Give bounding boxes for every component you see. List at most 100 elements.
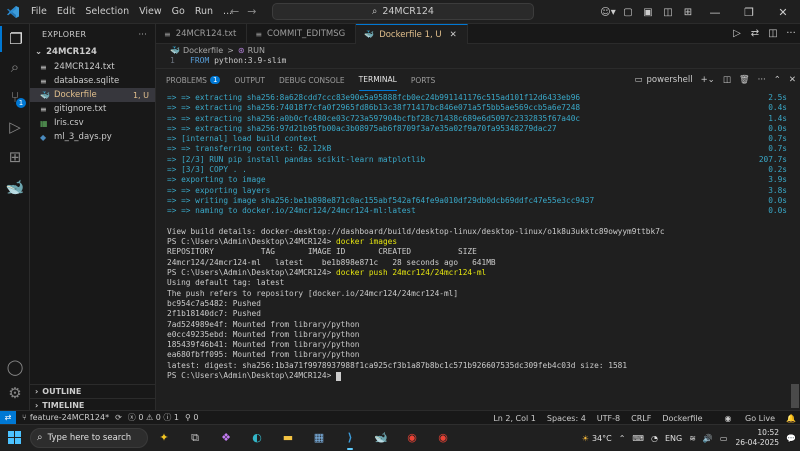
close-button[interactable]: ✕ — [766, 6, 800, 19]
windows-start-icon[interactable] — [0, 431, 28, 444]
minimize-button[interactable]: — — [698, 6, 732, 19]
customize-layout-icon[interactable]: ⊞ — [678, 7, 698, 18]
show-hidden-icons-icon[interactable]: ⌃ — [619, 434, 626, 443]
close-tab-icon[interactable]: ✕ — [450, 30, 457, 40]
breadcrumb-file[interactable]: Dockerfile — [183, 46, 223, 55]
more-actions-icon[interactable]: ··· — [782, 28, 800, 39]
notifications-bell-icon[interactable]: 🔔 — [786, 414, 796, 423]
file-item-sqlite[interactable]: ≡ database.sqlite — [30, 74, 155, 88]
account-icon[interactable]: ◯ — [0, 354, 30, 380]
menu-go[interactable]: Go — [167, 6, 190, 17]
language-mode[interactable]: Dockerfile — [662, 414, 702, 423]
vscode-taskbar-icon[interactable]: ⟩ — [340, 428, 360, 450]
source-control-icon[interactable]: ⑂ 1 — [0, 84, 30, 110]
task-view-icon[interactable]: ⧉ — [185, 428, 205, 448]
chrome-profile-icon[interactable]: ◉ — [433, 428, 453, 448]
toggle-secondary-sidebar-icon[interactable]: ◫ — [658, 7, 678, 18]
battery-icon[interactable]: ▭ — [720, 434, 728, 443]
tab-problems[interactable]: PROBLEMS 1 — [166, 69, 221, 91]
keyboard-icon[interactable]: ⌨ — [632, 434, 644, 443]
command-center-search[interactable]: ⌕ 24MCR124 — [272, 3, 534, 20]
menu-run[interactable]: Run — [190, 6, 218, 17]
sync-icon[interactable]: ⟳ — [115, 413, 122, 422]
terminal-line: 185439f46b41: Mounted from library/pytho… — [167, 340, 787, 350]
shell-name[interactable]: powershell — [647, 75, 693, 85]
warning-icon: ⚠ — [145, 413, 154, 422]
language-indicator[interactable]: ENG — [665, 434, 682, 443]
menu-view[interactable]: View — [134, 6, 167, 17]
tab-dockerfile[interactable]: 🐳 Dockerfile 1, U ✕ — [356, 24, 468, 44]
problems-indicator[interactable]: ⓧ 0 ⚠ 0 ⓘ 1 — [128, 412, 179, 423]
maximize-button[interactable]: ❐ — [732, 6, 766, 19]
new-terminal-icon[interactable]: +⌄ — [701, 75, 715, 85]
code-line[interactable]: 1 FROM python:3.9-slim — [156, 56, 800, 66]
tab-label: OUTPUT — [234, 75, 265, 85]
tab-terminal[interactable]: TERMINAL — [358, 69, 397, 91]
outline-section[interactable]: › OUTLINE — [30, 384, 156, 398]
system-clock[interactable]: 10:52 26-04-2025 — [735, 428, 779, 448]
copilot-sparkle-icon[interactable]: ✦ — [154, 428, 174, 448]
compare-icon[interactable]: ⇄ — [746, 28, 764, 39]
maximize-panel-icon[interactable]: ⌃ — [774, 75, 781, 85]
file-explorer-icon[interactable]: ▬ — [278, 428, 298, 448]
close-panel-icon[interactable]: ✕ — [789, 75, 796, 85]
docker-taskbar-icon[interactable]: 🐋 — [371, 428, 391, 448]
store-icon[interactable]: ▦ — [309, 428, 329, 448]
file-item-gitignore[interactable]: ≡ gitignore.txt — [30, 102, 155, 116]
branch-indicator[interactable]: ⑂ feature-24MCR124* — [22, 413, 109, 422]
split-editor-icon[interactable]: ◫ — [764, 28, 782, 39]
volume-icon[interactable]: 🔊 — [703, 434, 713, 443]
tab-output[interactable]: OUTPUT — [234, 69, 265, 91]
toggle-sidebar-icon[interactable]: ▢ — [618, 7, 638, 18]
terminal-scrollbar[interactable] — [791, 384, 799, 408]
extensions-icon[interactable]: ⊞ — [0, 144, 30, 170]
file-item-dockerfile[interactable]: 🐳 Dockerfile 1, U — [30, 88, 155, 102]
terminal-command: docker push 24mcr124/24mcr124-ml — [336, 268, 487, 278]
manage-gear-icon[interactable]: ⚙ — [0, 380, 30, 406]
run-icon[interactable]: ▷ — [728, 28, 746, 39]
weather-temperature[interactable]: 34°C — [592, 434, 612, 443]
menu-selection[interactable]: Selection — [80, 6, 134, 17]
trash-icon[interactable]: 🗑 — [739, 75, 750, 85]
tab-24mcr124-txt[interactable]: ≡ 24MCR124.txt — [156, 24, 248, 44]
chrome-icon[interactable]: ◉ — [402, 428, 422, 448]
weather-icon[interactable]: ☀ — [582, 434, 589, 443]
live-server-indicator[interactable]: ◉ Go Live — [714, 414, 776, 423]
notification-center-icon[interactable]: 💬 — [786, 434, 796, 443]
explorer-more-icon[interactable]: ··· — [138, 30, 147, 39]
menu-edit[interactable]: Edit — [52, 6, 80, 17]
wifi-icon[interactable]: ≋ — [689, 434, 696, 443]
tab-commit-editmsg[interactable]: ≡ COMMIT_EDITMSG — [247, 24, 357, 44]
terminal-line-text: => => extracting sha256:97d21b95fb00ac3b… — [167, 123, 557, 133]
search-view-icon[interactable]: ⌕ — [0, 54, 30, 80]
remote-icon[interactable]: ⇄ — [0, 410, 16, 425]
indentation[interactable]: Spaces: 4 — [547, 414, 586, 423]
search-icon: ⌕ — [372, 6, 378, 17]
taskbar-search[interactable]: ⌕ Type here to search — [30, 427, 148, 448]
ports-icon[interactable]: ⚲ 0 — [185, 413, 199, 422]
nav-back-forward-icon[interactable]: ←→ — [230, 5, 264, 18]
end-of-line[interactable]: CRLF — [631, 414, 651, 423]
file-name: database.sqlite — [54, 76, 120, 86]
cursor-position[interactable]: Ln 2, Col 1 — [493, 414, 536, 423]
explorer-icon[interactable]: ❐ — [0, 26, 30, 52]
network-icon[interactable]: ◔ — [651, 434, 658, 443]
toggle-panel-icon[interactable]: ▣ — [638, 7, 658, 18]
terminal-output[interactable]: => => extracting sha256:8a628cdd7ccc83e9… — [167, 93, 787, 411]
split-terminal-icon[interactable]: ◫ — [723, 75, 731, 85]
edge-browser-icon[interactable]: ◐ — [247, 428, 267, 448]
menu-file[interactable]: File — [26, 6, 52, 17]
tab-debug-console[interactable]: DEBUG CONSOLE — [279, 69, 345, 91]
run-debug-icon[interactable]: ▷ — [0, 114, 30, 140]
copilot-app-icon[interactable]: ❖ — [216, 428, 236, 448]
breadcrumb-symbol[interactable]: RUN — [248, 46, 265, 55]
file-item-csv[interactable]: ▦ Iris.csv — [30, 116, 155, 130]
docker-icon[interactable]: 🐋 — [0, 174, 30, 200]
more-actions-icon[interactable]: ··· — [758, 75, 766, 85]
encoding[interactable]: UTF-8 — [597, 414, 620, 423]
copilot-icon[interactable]: ☺▾ — [598, 7, 618, 18]
file-item-txt[interactable]: ≡ 24MCR124.txt — [30, 60, 155, 74]
tab-ports[interactable]: PORTS — [411, 69, 435, 91]
workspace-folder[interactable]: ⌄ 24MCR124 — [30, 44, 155, 60]
file-item-py[interactable]: ◆ ml_3_days.py — [30, 130, 155, 144]
